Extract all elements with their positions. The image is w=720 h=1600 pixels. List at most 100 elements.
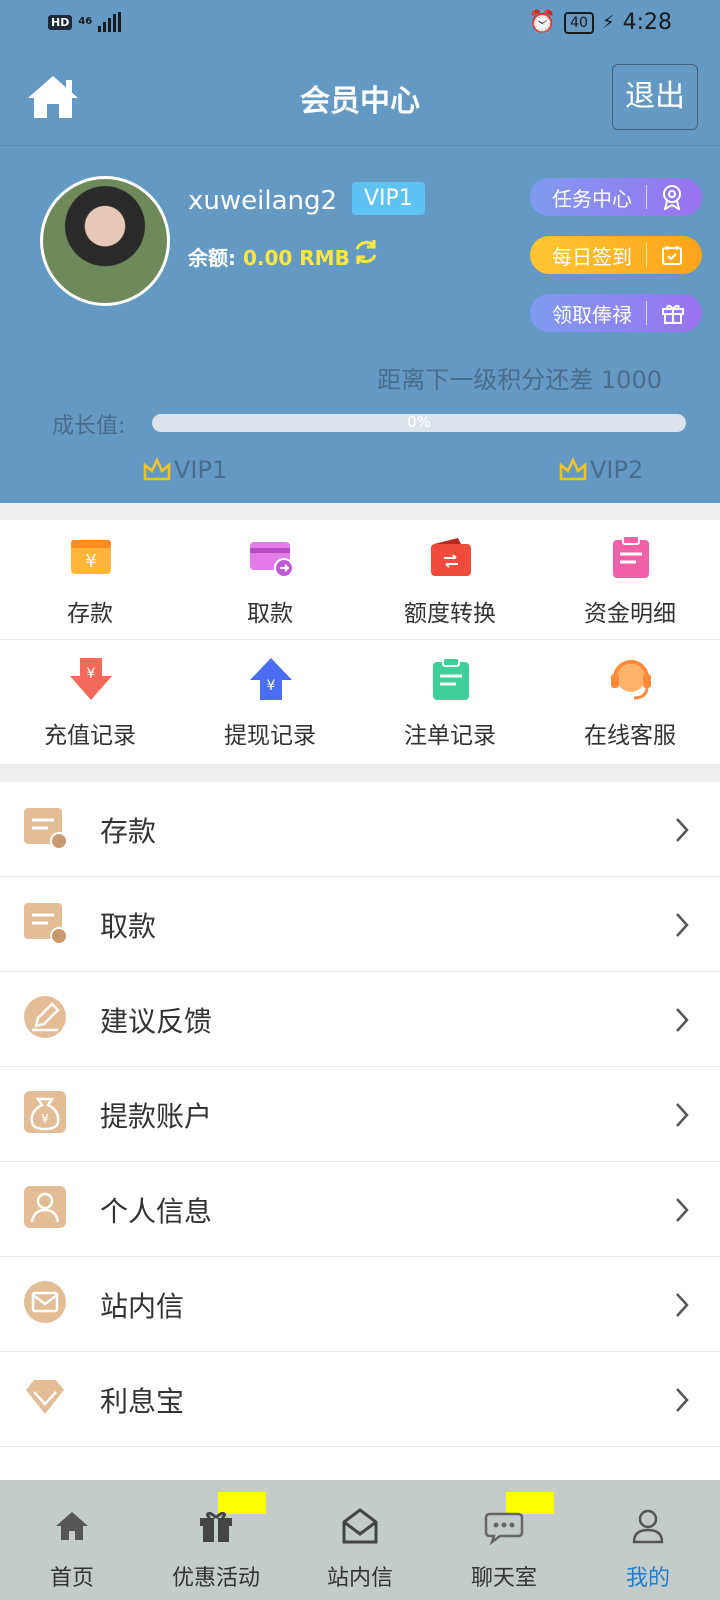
mail-open-icon [342, 1508, 378, 1544]
current-level: VIP1 [142, 456, 227, 484]
quick-deposit[interactable]: ¥ 存款 [0, 520, 180, 640]
username: xuweilang2 [188, 186, 338, 216]
avatar[interactable] [40, 176, 170, 306]
signal-icon [98, 12, 122, 32]
menu-label: 利息宝 [100, 1385, 185, 1418]
menu-label: 取款 [100, 910, 157, 943]
card-withdraw-icon [250, 542, 294, 578]
status-left: HD 46 [48, 12, 122, 32]
claim-salary-button[interactable]: 领取俸禄 [530, 294, 702, 332]
chevron-right-icon [676, 913, 689, 937]
balance-label: 余额: [188, 246, 236, 270]
quick-row: ¥ 存款 取款 额度转换 资金明细 [0, 520, 720, 640]
quick-label: 存款 [67, 601, 113, 627]
growth-progress-bar: 0% [152, 413, 686, 432]
calendar-check-icon [662, 246, 682, 265]
medal-icon [663, 185, 681, 210]
chevron-right-icon [676, 1008, 689, 1032]
status-bar: HD 46 ⏰ 40 ⚡ 4:28 [0, 0, 720, 48]
growth-label: 成长值: [52, 414, 126, 439]
menu-item-interest[interactable]: 利息宝 [0, 1352, 720, 1447]
clock: 4:28 [622, 10, 672, 35]
quick-online-support[interactable]: 在线客服 [540, 642, 720, 762]
daily-checkin-button[interactable]: 每日签到 [530, 236, 702, 274]
quick-actions: ¥ 存款 取款 额度转换 资金明细 ¥ 充值记录 ¥ 提现记录 注单记录 在线客… [0, 520, 720, 768]
svg-text:¥: ¥ [87, 666, 96, 682]
clipboard-detail-icon [613, 535, 649, 578]
next-level-text: 距离下一级积分还差 1000 [377, 366, 662, 394]
charging-icon: ⚡ [601, 12, 615, 33]
quick-recharge-records[interactable]: ¥ 充值记录 [0, 642, 180, 762]
gift-icon [200, 1511, 232, 1542]
nav-label: 我的 [625, 1566, 670, 1591]
nav-label: 优惠活动 [171, 1566, 260, 1591]
growth-progress-text: 0% [407, 413, 431, 431]
balance: 余额: 0.00 RMB [188, 242, 350, 271]
person-icon [24, 1186, 66, 1228]
menu-item-withdraw[interactable]: 取款 [0, 877, 720, 972]
header: 会员中心 退出 [0, 48, 720, 146]
menu-item-personal-info[interactable]: 个人信息 [0, 1162, 720, 1257]
svg-text:¥: ¥ [267, 678, 276, 694]
nav-promotions[interactable]: 优惠活动 [144, 1480, 288, 1600]
task-center-button[interactable]: 任务中心 [530, 178, 702, 216]
section-divider [0, 764, 720, 782]
nav-label: 首页 [49, 1566, 94, 1591]
home-icon [56, 1512, 88, 1540]
menu-list: 存款 取款 建议反馈 ¥ 提款账户 个人信息 站内信 利息宝 [0, 782, 720, 1447]
status-right: ⏰ 40 ⚡ 4:28 [529, 10, 672, 35]
transfer-icon [431, 538, 471, 576]
menu-label: 个人信息 [100, 1195, 213, 1228]
balance-value: 0.00 RMB [242, 246, 350, 270]
refresh-icon[interactable] [352, 238, 380, 266]
section-divider [0, 503, 720, 520]
nav-label: 聊天室 [470, 1566, 537, 1591]
menu-label: 站内信 [100, 1290, 185, 1323]
profile-card: xuweilang2 VIP1 余额: 0.00 RMB 任务中心 每日签到 领… [0, 146, 720, 503]
nav-mine[interactable]: 我的 [576, 1480, 720, 1600]
bottom-nav: 首页 优惠活动 站内信 聊天室 我的 [0, 1480, 720, 1600]
quick-label: 取款 [247, 601, 293, 627]
current-level-label: VIP1 [174, 456, 228, 484]
logout-button[interactable]: 退出 [612, 64, 698, 130]
clipboard-bet-icon [433, 657, 469, 700]
menu-label: 建议反馈 [100, 1005, 213, 1038]
withdraw-icon [24, 903, 68, 945]
crown-icon [559, 457, 587, 481]
menu-item-deposit[interactable]: 存款 [0, 782, 720, 877]
svg-text:¥: ¥ [85, 551, 96, 572]
nav-label: 站内信 [326, 1566, 393, 1591]
menu-item-feedback[interactable]: 建议反馈 [0, 972, 720, 1067]
arrow-down-yen-icon: ¥ [70, 658, 112, 700]
user-icon [632, 1509, 664, 1544]
nav-home[interactable]: 首页 [0, 1480, 144, 1600]
next-level: VIP2 [558, 456, 643, 484]
chevron-right-icon [676, 1198, 689, 1222]
arrow-up-yen-icon: ¥ [250, 658, 292, 700]
diamond-icon [26, 1380, 64, 1414]
quick-fund-details[interactable]: 资金明细 [540, 520, 720, 640]
wallet-yen-icon: ¥ [71, 540, 111, 574]
quick-withdraw[interactable]: 取款 [180, 520, 360, 640]
quick-row: ¥ 充值记录 ¥ 提现记录 注单记录 在线客服 [0, 642, 720, 762]
nav-inbox[interactable]: 站内信 [288, 1480, 432, 1600]
battery-level: 40 [564, 11, 594, 34]
chevron-right-icon [676, 1103, 689, 1127]
quick-label: 额度转换 [404, 601, 496, 627]
menu-label: 存款 [100, 815, 157, 848]
quick-label: 在线客服 [584, 723, 676, 749]
nav-chatroom[interactable]: 聊天室 [432, 1480, 576, 1600]
chevron-right-icon [676, 1388, 689, 1412]
quick-label: 充值记录 [44, 723, 136, 749]
hd-indicator: HD [48, 14, 73, 30]
chat-bubble-icon [484, 1512, 524, 1546]
quick-transfer[interactable]: 额度转换 [360, 520, 540, 640]
crown-icon [143, 457, 171, 481]
chevron-right-icon [676, 1293, 689, 1317]
menu-label: 提款账户 [100, 1100, 213, 1133]
quick-withdraw-records[interactable]: ¥ 提现记录 [180, 642, 360, 762]
quick-bet-records[interactable]: 注单记录 [360, 642, 540, 762]
menu-item-withdrawal-account[interactable]: ¥ 提款账户 [0, 1067, 720, 1162]
menu-item-inbox[interactable]: 站内信 [0, 1257, 720, 1352]
network-type: 46 [78, 16, 93, 27]
